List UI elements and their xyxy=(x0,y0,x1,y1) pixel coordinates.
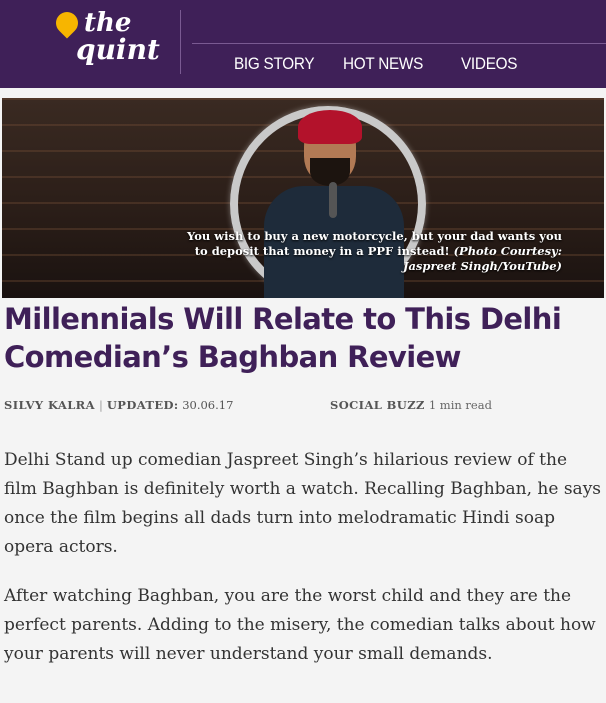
image-caption: You wish to buy a new motorcycle, but yo… xyxy=(182,229,562,274)
read-time: 1 min read xyxy=(428,398,492,412)
hero-image: You wish to buy a new motorcycle, but yo… xyxy=(2,98,604,298)
nav-big-story[interactable]: BIG STORY xyxy=(234,52,315,76)
article-title: Millennials Will Relate to This Delhi Co… xyxy=(4,302,562,374)
author-link[interactable]: SILVY KALRA xyxy=(4,398,95,412)
meta-separator: | xyxy=(98,398,103,412)
updated-date: 30.06.17 xyxy=(182,398,234,412)
header-rule xyxy=(192,43,606,44)
site-header: the quint BIG STORY HOT NEWS VIDEOS xyxy=(0,0,606,88)
article-paragraph: Delhi Stand up comedian Jaspreet Singh’s… xyxy=(4,450,602,557)
article-body: Delhi Stand up comedian Jaspreet Singh’s… xyxy=(4,446,602,689)
updated-label: UPDATED: xyxy=(106,398,179,412)
logo-text-quint: quint xyxy=(76,33,160,66)
site-logo[interactable]: the quint xyxy=(51,7,166,78)
microphone-icon xyxy=(329,182,337,218)
header-divider xyxy=(180,10,181,74)
article-meta: SILVY KALRA | UPDATED: 30.06.17 SOCIAL BUZ… xyxy=(4,397,600,413)
nav-hot-news[interactable]: HOT NEWS xyxy=(343,52,423,76)
comedian-turban xyxy=(298,110,362,144)
category-link[interactable]: SOCIAL BUZZ xyxy=(330,398,425,412)
article-paragraph: After watching Baghban, you are the wors… xyxy=(4,586,596,664)
nav-videos[interactable]: VIDEOS xyxy=(461,52,517,76)
